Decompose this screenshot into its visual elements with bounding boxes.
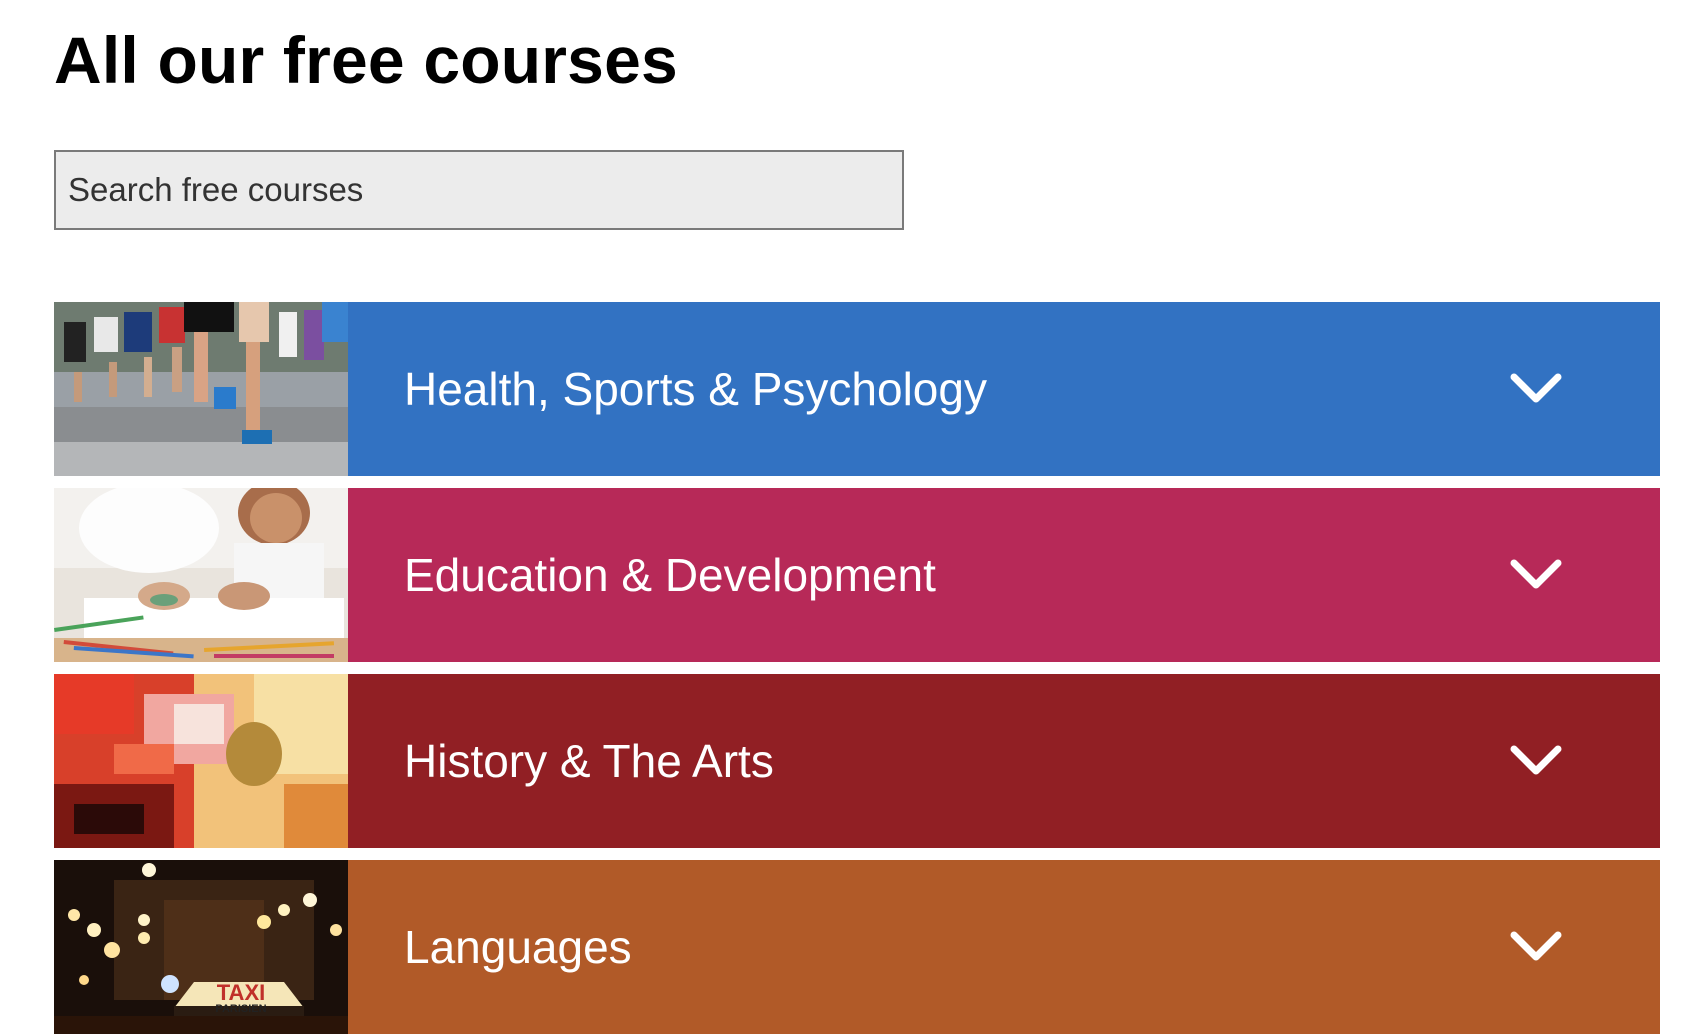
child-finger-painting-photo: [54, 488, 348, 662]
category-label: Languages: [404, 921, 632, 973]
category-list: Health, Sports & Psychology Education & …: [54, 302, 1660, 1036]
taxi-sign-text: TAXI: [217, 980, 265, 1005]
chevron-down-icon[interactable]: [1508, 369, 1564, 409]
marathon-runners-photo: [54, 302, 348, 476]
abstract-painting-photo: [54, 674, 348, 848]
category-band: History & The Arts: [348, 674, 1660, 848]
category-label: Health, Sports & Psychology: [404, 363, 987, 415]
chevron-down-icon[interactable]: [1508, 741, 1564, 781]
category-band: Languages: [348, 860, 1660, 1034]
paris-taxi-photo: TAXI PARISIEN: [54, 860, 348, 1034]
category-history-arts[interactable]: History & The Arts: [54, 674, 1660, 848]
category-band: Health, Sports & Psychology: [348, 302, 1660, 476]
taxi-sign-subtext: PARISIEN: [215, 1003, 266, 1015]
category-languages[interactable]: TAXI PARISIEN Languages: [54, 860, 1660, 1034]
chevron-down-icon[interactable]: [1508, 927, 1564, 967]
category-label: History & The Arts: [404, 735, 774, 787]
category-label: Education & Development: [404, 549, 936, 601]
category-health-sports-psychology[interactable]: Health, Sports & Psychology: [54, 302, 1660, 476]
search-input[interactable]: [54, 150, 904, 230]
courses-page: All our free courses Search free courses…: [0, 0, 1692, 1036]
category-band: Education & Development: [348, 488, 1660, 662]
chevron-down-icon[interactable]: [1508, 555, 1564, 595]
page-title: All our free courses: [54, 23, 678, 97]
category-education-development[interactable]: Education & Development: [54, 488, 1660, 662]
